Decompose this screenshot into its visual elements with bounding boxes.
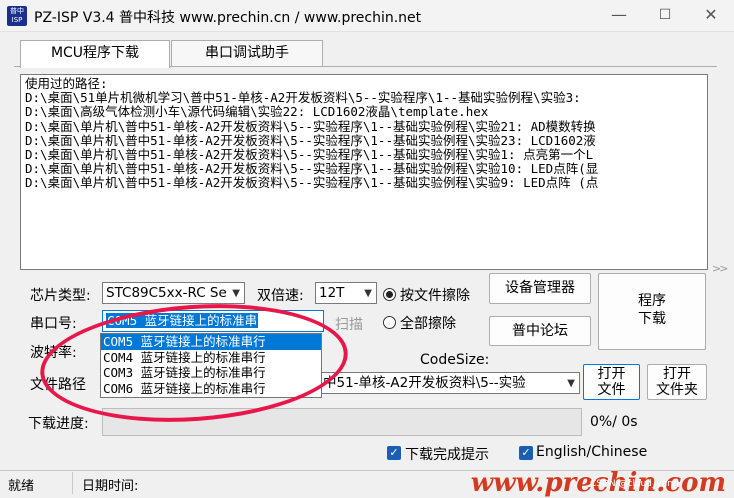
open-file-line2: 文件 (597, 382, 626, 398)
erase-all-radio[interactable] (383, 316, 396, 329)
device-manager-button[interactable]: 设备管理器 (489, 273, 591, 304)
watermark-credit: CSDN @cloud_yang (590, 479, 679, 489)
progress-percent-text: 0%/ 0s (590, 414, 638, 430)
path-history-item[interactable]: D:\桌面\单片机\普中51-单核-A2开发板资料\5--实验程序\1--基础实… (25, 176, 703, 190)
scan-button[interactable]: 扫描 (335, 314, 363, 334)
serial-port-label: 串口号: (30, 316, 77, 332)
status-text: 就绪 (8, 479, 35, 494)
path-history-item[interactable]: D:\桌面\51单片机微机学习\普中51-单核-A2开发板资料\5--实验程序\… (25, 91, 703, 105)
language-checkbox[interactable]: ✓ (519, 446, 533, 460)
date-time-label: 日期时间: (82, 479, 139, 494)
program-download-line1: 程序 (638, 293, 666, 309)
open-file-button[interactable]: 打开 文件 (583, 364, 640, 400)
download-notify-checkbox[interactable]: ✓ (387, 446, 401, 460)
download-progress-label: 下载进度: (28, 416, 89, 432)
chip-type-value: STC89C5xx-RC Se (106, 285, 227, 301)
path-history-item[interactable]: D:\桌面\单片机\普中51-单核-A2开发板资料\5--实验程序\1--基础实… (25, 119, 703, 134)
open-folder-button[interactable]: 打开 文件夹 (647, 364, 707, 400)
path-history-item[interactable]: D:\桌面\单片机\普中51-单核-A2开发板资料\5--实验程序\1--基础实… (25, 133, 703, 148)
tab-serial-debug[interactable]: 串口调试助手 (171, 40, 323, 67)
path-history-item[interactable]: D:\桌面\单片机\普中51-单核-A2开发板资料\5--实验程序\1--基础实… (25, 162, 703, 176)
program-download-button[interactable]: 程序 下载 (598, 273, 706, 350)
tab-mcu-download[interactable]: MCU程序下载 (20, 40, 170, 68)
chevron-down-icon: ▼ (232, 288, 240, 299)
chevron-down-icon: ▼ (567, 378, 575, 389)
chevron-right-icon[interactable]: >> (712, 262, 729, 275)
path-history-item[interactable]: D:\桌面\单片机\普中51-单核-A2开发板资料\5--实验程序\1--基础实… (25, 147, 703, 162)
status-divider (72, 472, 73, 494)
codesize-label: CodeSize: (420, 352, 490, 368)
erase-by-file-label: 按文件擦除 (400, 288, 470, 304)
chip-type-label: 芯片类型: (30, 288, 91, 304)
window-title: PZ-ISP V3.4 普中科技 www.prechin.cn / www.pr… (34, 10, 422, 26)
maximize-button[interactable]: ☐ (642, 0, 688, 32)
path-history-list[interactable]: 使用过的路径: D:\桌面\51单片机微机学习\普中51-单核-A2开发板资料\… (20, 74, 708, 270)
speed-value: 12T (319, 285, 345, 301)
path-history-header: 使用过的路径: (25, 76, 108, 91)
speed-select[interactable]: 12T ▼ (315, 282, 377, 304)
file-path-value: 中51-单核-A2开发板资料\5--实验 (323, 375, 526, 391)
close-button[interactable]: ✕ (688, 0, 734, 32)
minimize-button[interactable]: — (596, 0, 642, 32)
erase-all-label: 全部擦除 (400, 316, 456, 332)
erase-by-file-radio[interactable] (383, 288, 396, 301)
speed-label: 双倍速: (257, 288, 304, 304)
app-icon: 普中ISP (7, 6, 27, 26)
forum-button[interactable]: 普中论坛 (489, 316, 591, 346)
language-label: English/Chinese (536, 444, 648, 460)
open-folder-line1: 打开 (663, 366, 691, 382)
open-file-line1: 打开 (597, 366, 626, 382)
download-notify-label: 下载完成提示 (405, 447, 489, 463)
chip-type-select[interactable]: STC89C5xx-RC Se ▼ (102, 282, 245, 304)
chevron-down-icon: ▼ (364, 288, 372, 299)
program-download-line2: 下载 (638, 311, 666, 327)
open-folder-line2: 文件夹 (656, 382, 698, 398)
path-history-item[interactable]: D:\桌面\高级气体检测小车\源代码编辑\实验22: LCD1602液晶\tem… (25, 105, 703, 119)
